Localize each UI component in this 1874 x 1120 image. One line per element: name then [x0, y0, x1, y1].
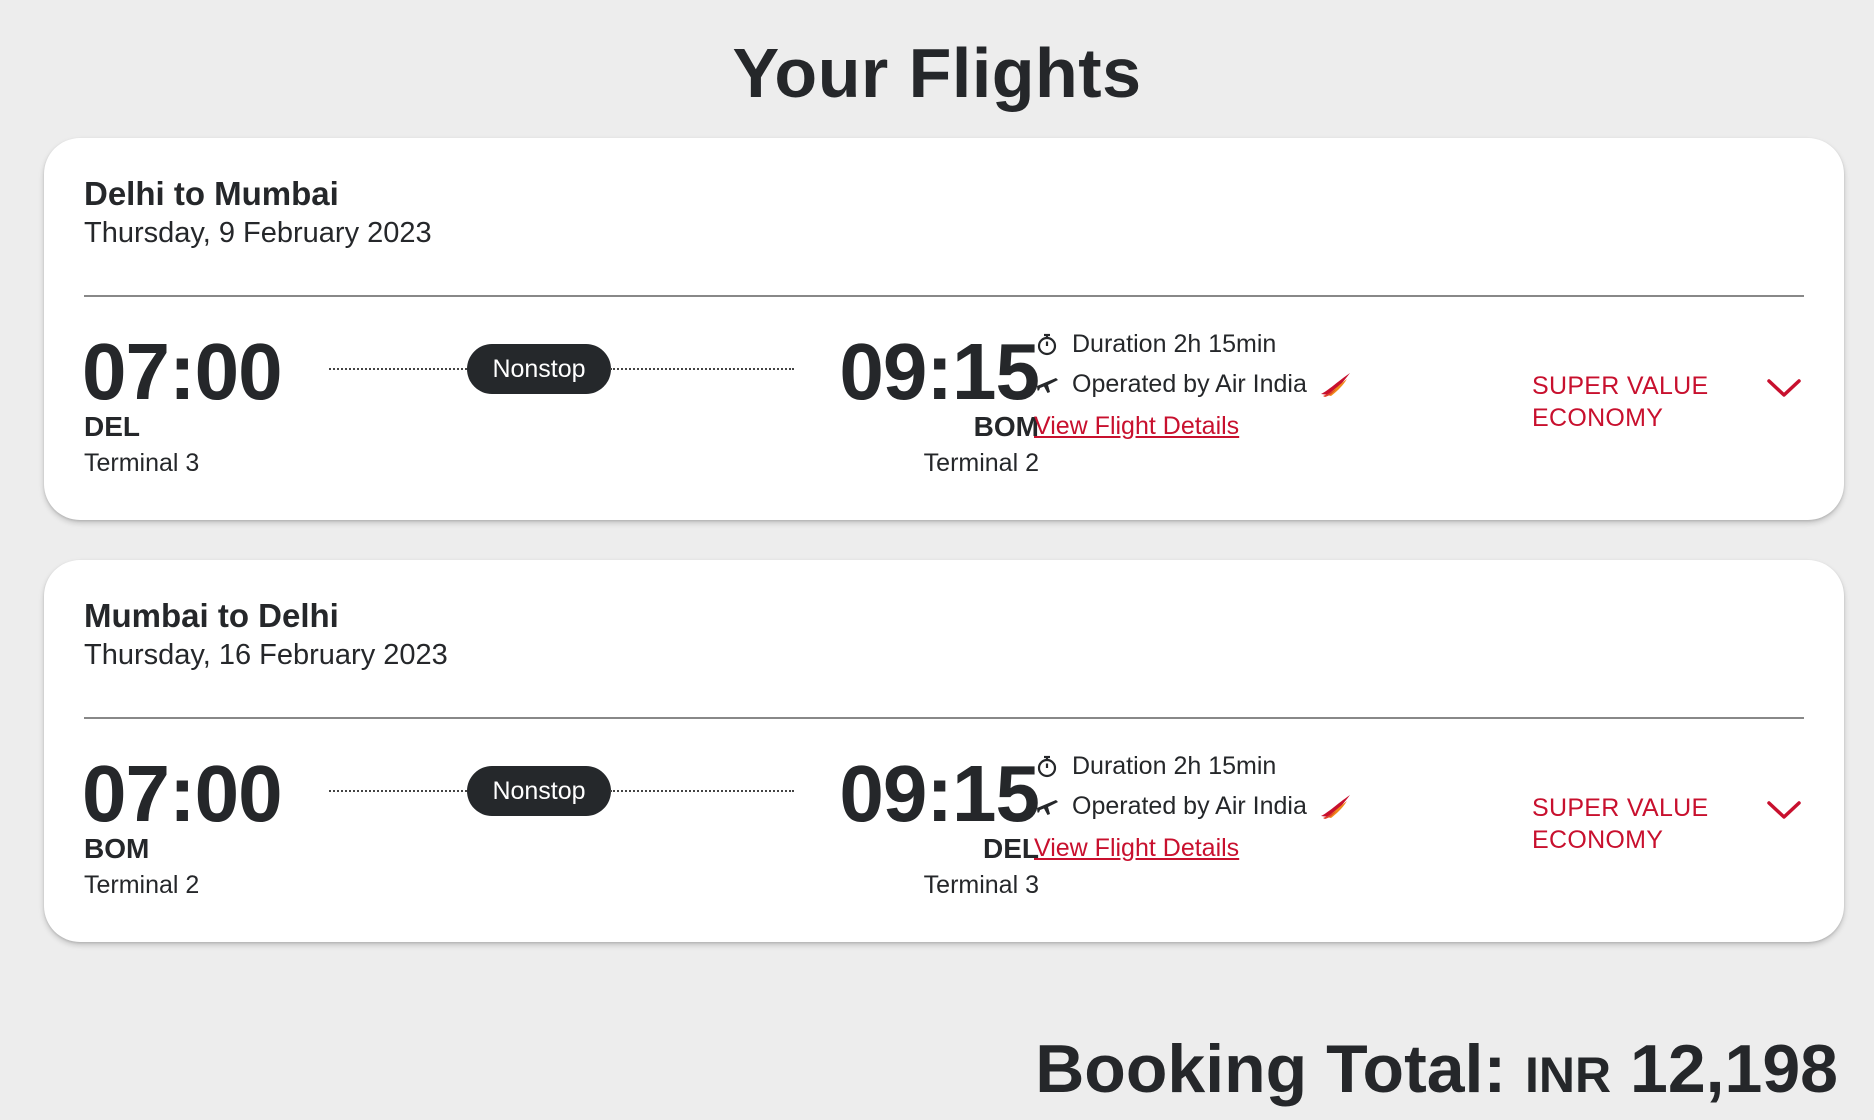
duration-text: Duration 2h 15min: [1072, 752, 1277, 780]
stops-badge: Nonstop: [467, 766, 611, 816]
booking-total-amount: 12,198: [1630, 1031, 1838, 1107]
divider: [84, 717, 1804, 719]
operator-row: Operated by Air India: [1034, 368, 1353, 400]
plane-icon: [1037, 800, 1058, 815]
departure-airport-code: BOM: [84, 833, 150, 864]
operator-text: Operated by Air India: [1072, 370, 1307, 398]
route-title: Delhi to Mumbai: [84, 175, 339, 212]
page-title: Your Flights: [732, 34, 1142, 112]
chevron-down-icon[interactable]: [1764, 794, 1804, 824]
booking-total-currency: INR: [1525, 1047, 1612, 1103]
chevron-down-icon[interactable]: [1764, 372, 1804, 402]
fare-class-label: SUPER VALUE ECONOMY: [1532, 794, 1709, 854]
departure-terminal: Terminal 2: [84, 871, 200, 899]
arrival-terminal: Terminal 2: [923, 449, 1039, 477]
arrival-airport-code: BOM: [973, 411, 1039, 442]
flight-card: Mumbai to Delhi Thursday, 16 February 20…: [44, 560, 1844, 942]
booking-total: Booking Total: INR 12,198: [1035, 1026, 1838, 1118]
departure-time: 07:00: [82, 327, 283, 416]
route-title: Mumbai to Delhi: [84, 597, 339, 634]
duration-row: Duration 2h 15min: [1034, 750, 1276, 782]
flight-date: Thursday, 9 February 2023: [84, 217, 432, 249]
view-flight-details-link[interactable]: View Flight Details: [1034, 410, 1239, 442]
fare-class-label: SUPER VALUE ECONOMY: [1532, 372, 1709, 432]
stops-badge: Nonstop: [467, 344, 611, 394]
departure-terminal: Terminal 3: [84, 449, 200, 477]
stopwatch-icon: [1037, 333, 1057, 356]
air-india-logo: [1320, 373, 1350, 397]
operator-row: Operated by Air India: [1034, 790, 1353, 822]
departure-airport-code: DEL: [84, 411, 140, 442]
divider: [84, 295, 1804, 297]
flight-card: Delhi to Mumbai Thursday, 9 February 202…: [44, 138, 1844, 520]
arrival-airport-code: DEL: [983, 833, 1039, 864]
flight-date: Thursday, 16 February 2023: [84, 639, 448, 671]
arrival-terminal: Terminal 3: [923, 871, 1039, 899]
arrival-time: 09:15: [839, 327, 1040, 416]
arrival-time: 09:15: [839, 749, 1040, 838]
air-india-logo: [1320, 795, 1350, 819]
plane-icon: [1037, 378, 1058, 393]
stopwatch-icon: [1037, 755, 1057, 778]
duration-row: Duration 2h 15min: [1034, 328, 1276, 360]
booking-total-label: Booking Total:: [1035, 1031, 1507, 1107]
departure-time: 07:00: [82, 749, 283, 838]
operator-text: Operated by Air India: [1072, 792, 1307, 820]
duration-text: Duration 2h 15min: [1072, 330, 1277, 358]
view-flight-details-link[interactable]: View Flight Details: [1034, 832, 1239, 864]
